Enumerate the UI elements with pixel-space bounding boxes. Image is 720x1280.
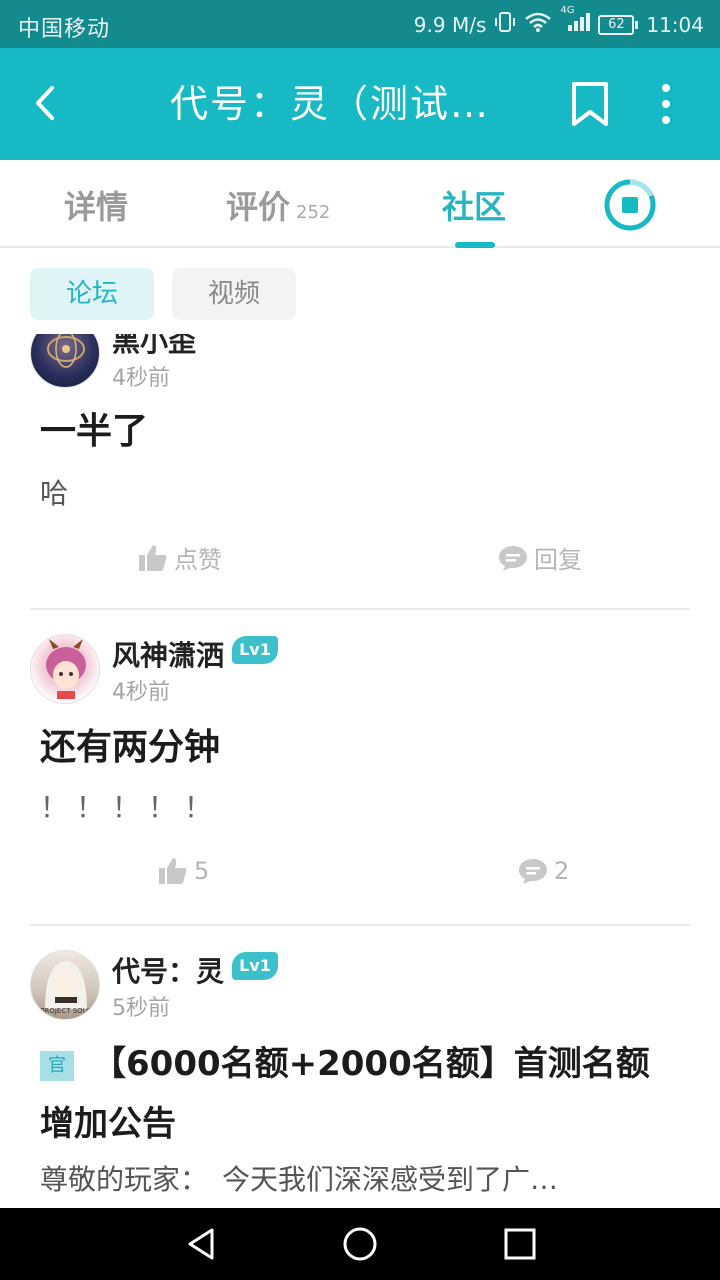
post-body[interactable]: 尊敬的玩家： 今天我们深深感受到了广… [40, 1158, 680, 1198]
avatar-caption: PROJECT SOUL [40, 1007, 92, 1015]
post-time: 4秒前 [112, 680, 170, 705]
thumbs-up-icon [159, 858, 187, 884]
tab-reviews[interactable]: 评价 252 [226, 182, 330, 228]
username[interactable]: 代号：灵 [112, 950, 224, 990]
battery-level: 62 [598, 14, 635, 35]
status-icons: 9.9 M/s 4G 62 11:04 [413, 5, 704, 38]
network-speed: 9.9 M/s [413, 12, 487, 37]
post-title[interactable]: 官【6000名额+2000名额】首测名额增加公告 [40, 1034, 680, 1154]
signal-icon: 4G [560, 5, 591, 38]
tab-community[interactable]: 社区 [442, 182, 506, 228]
sub-tab-video[interactable]: 视频 [172, 268, 296, 320]
network-type: 4G [560, 5, 575, 16]
reply-count: 2 [554, 857, 570, 885]
divider [30, 608, 690, 610]
wifi-icon [524, 11, 552, 38]
username[interactable]: 黑小歪 [112, 334, 196, 360]
reply-button[interactable]: 2 [518, 856, 569, 886]
page-title: 代号：灵（测试… [170, 82, 491, 126]
back-triangle-icon[interactable] [182, 1224, 222, 1264]
post-body[interactable]: ！！！！！ [40, 786, 680, 826]
status-bar: 中国移动 9.9 M/s 4G 62 11:04 [0, 0, 720, 48]
level-badge: Lv1 [232, 636, 278, 664]
carrier-label: 中国移动 [18, 17, 111, 42]
tab-details[interactable]: 详情 [64, 182, 128, 228]
bookmark-icon[interactable] [568, 80, 612, 128]
post-title-text: 【6000名额+2000名额】首测名额增加公告 [40, 1044, 650, 1144]
reply-label: 回复 [534, 546, 582, 574]
record-stop-icon[interactable] [603, 178, 657, 232]
review-count: 252 [296, 202, 331, 223]
username[interactable]: 风神潇洒 [112, 634, 224, 674]
thumbs-up-icon [139, 544, 167, 571]
more-vertical-icon[interactable] [648, 80, 684, 128]
app-bar: 代号：灵（测试… [0, 48, 720, 160]
like-count: 5 [194, 857, 210, 885]
tab-label: 详情 [64, 188, 129, 226]
avatar[interactable] [30, 634, 100, 704]
active-tab-indicator [455, 242, 495, 248]
post-time: 4秒前 [112, 366, 170, 391]
home-circle-icon[interactable] [340, 1224, 380, 1264]
tab-label: 社区 [442, 188, 507, 226]
system-nav-bar [0, 1208, 720, 1280]
post-body[interactable]: 哈 [40, 472, 680, 512]
tab-label: 评价 [226, 188, 291, 226]
divider [30, 924, 690, 926]
comment-icon [519, 859, 547, 884]
post-time: 5秒前 [112, 996, 170, 1021]
recents-square-icon[interactable] [500, 1224, 540, 1264]
comment-icon [499, 545, 527, 571]
post-title[interactable]: 还有两分钟 [40, 718, 680, 778]
battery-icon: 62 [598, 14, 639, 35]
sub-tab-forum[interactable]: 论坛 [30, 268, 154, 320]
level-badge: Lv1 [232, 952, 278, 980]
avatar[interactable]: PROJECT SOUL [30, 950, 100, 1020]
official-badge: 官 [40, 1050, 74, 1081]
reply-button[interactable]: 回复 [498, 540, 582, 575]
clock: 11:04 [646, 12, 704, 37]
avatar[interactable] [30, 334, 100, 388]
sub-tab-bar: 论坛 视频 [0, 250, 720, 334]
like-label: 点赞 [174, 546, 222, 574]
post-feed[interactable]: 黑小歪 4秒前 一半了 哈 点赞 回复 风神潇洒 Lv1 4秒前 还有两分钟 ！… [0, 334, 720, 1208]
like-button[interactable]: 点赞 [138, 540, 222, 575]
chevron-left-icon[interactable] [22, 78, 72, 128]
like-button[interactable]: 5 [158, 856, 209, 886]
vibrate-icon [494, 11, 516, 38]
post-title[interactable]: 一半了 [40, 402, 680, 462]
